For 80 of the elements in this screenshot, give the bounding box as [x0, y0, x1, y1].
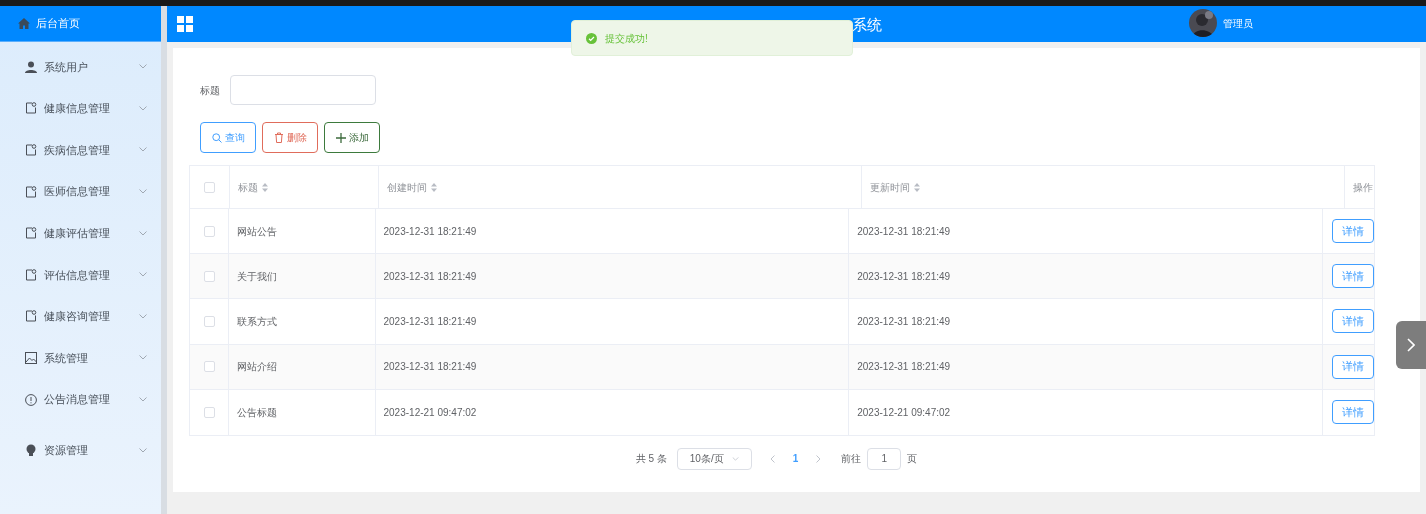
sort-icon[interactable] [431, 182, 437, 192]
chevron-down-icon [139, 447, 147, 453]
column-header[interactable]: 标题 [238, 179, 258, 195]
sidebar-item[interactable]: 健康评估管理 [0, 212, 161, 254]
chevron-down-icon [139, 397, 147, 403]
sidebar-item[interactable]: 资源管理 [0, 429, 161, 471]
chevron-right-icon [1407, 338, 1415, 352]
sidebar-item[interactable]: 健康咨询管理 [0, 295, 161, 338]
chevron-down-icon [139, 105, 147, 111]
grid-menu-icon[interactable] [177, 16, 193, 32]
user-icon [25, 60, 37, 73]
row-checkbox[interactable] [203, 361, 215, 373]
table-cell-text: 2023-12-31 18:21:49 [383, 314, 477, 329]
sort-icon[interactable] [914, 182, 920, 192]
table-cell-text: 公告标题 [237, 405, 278, 420]
app-title: 系统 [852, 15, 882, 35]
previous-page-icon[interactable] [769, 454, 775, 463]
home-link[interactable]: 后台首页 [36, 15, 80, 32]
table-cell-text: 2023-12-31 18:21:49 [857, 224, 951, 239]
sidebar-item[interactable]: 疾病信息管理 [0, 129, 161, 171]
table-cell-text: 联系方式 [237, 314, 278, 329]
table-cell-text: 2023-12-31 18:21:49 [383, 224, 477, 239]
table-cell-text: 网站公告 [237, 224, 278, 239]
table-cell-text: 2023-12-21 09:47:02 [857, 405, 951, 420]
document-icon [25, 144, 37, 156]
document-icon [25, 310, 37, 323]
bulb-icon [25, 444, 37, 457]
chevron-down-icon [139, 64, 147, 70]
chevron-down-icon [731, 456, 739, 461]
column-header: 操作 [1353, 180, 1373, 195]
next-page-icon[interactable] [816, 454, 822, 463]
check-circle-icon [586, 32, 597, 44]
table-cell-text: 2023-12-31 18:21:49 [857, 314, 951, 329]
expand-panel-button[interactable] [1396, 321, 1426, 369]
page-suffix: 页 [907, 452, 918, 467]
document-icon [25, 227, 37, 240]
toast-message: 提交成功! [605, 31, 648, 46]
image-icon [25, 351, 37, 364]
chevron-down-icon [139, 189, 147, 195]
page-input-field[interactable]: 1 [867, 447, 902, 470]
sidebar-item[interactable]: 评估信息管理 [0, 253, 161, 296]
chevron-down-icon [139, 230, 147, 236]
table-cell-text: 关于我们 [237, 269, 278, 284]
table-cell-text: 2023-12-31 18:21:49 [383, 269, 477, 284]
table-cell-text: 2023-12-21 09:47:02 [383, 405, 477, 420]
home-icon [18, 18, 30, 29]
chevron-down-icon [139, 313, 147, 319]
row-checkbox[interactable] [203, 225, 215, 237]
total-count: 共 5 条 [635, 452, 667, 467]
row-checkbox[interactable] [203, 315, 215, 327]
table-cell-text: 2023-12-31 18:21:49 [383, 360, 477, 375]
title-input-field[interactable] [230, 75, 376, 105]
add-button[interactable]: 添加 [324, 122, 380, 153]
search-icon [211, 132, 222, 143]
info-icon [25, 393, 37, 406]
table-cell-text: 网站介绍 [237, 360, 278, 375]
sidebar-item[interactable]: 系统管理 [0, 337, 161, 379]
chevron-down-icon [139, 147, 147, 153]
table-cell-text: 2023-12-31 18:21:49 [857, 360, 951, 375]
document-icon [25, 102, 37, 115]
sidebar-item[interactable]: 系统用户 [0, 46, 161, 88]
plus-icon [335, 132, 346, 143]
goto-label: 前往 [841, 452, 862, 467]
table-cell-text: 2023-12-31 18:21:49 [857, 269, 951, 284]
chevron-down-icon [139, 272, 147, 278]
trash-icon [273, 132, 284, 143]
select-all-checkbox[interactable] [204, 181, 215, 193]
user-name[interactable]: 管理员 [1223, 15, 1253, 31]
delete-button[interactable]: 删除 [262, 122, 318, 153]
sidebar-item[interactable]: 公告消息管理 [0, 378, 161, 421]
page-size-select[interactable]: 10条/页 [676, 447, 752, 470]
field-label: 标题 [200, 83, 220, 98]
sort-icon[interactable] [262, 182, 268, 192]
sidebar-item[interactable]: 医师信息管理 [0, 170, 161, 213]
chevron-down-icon [139, 355, 147, 361]
row-checkbox[interactable] [203, 270, 215, 282]
document-icon [25, 268, 37, 281]
sidebar-item[interactable]: 健康信息管理 [0, 87, 161, 130]
document-icon [25, 185, 37, 198]
row-checkbox[interactable] [203, 406, 215, 418]
